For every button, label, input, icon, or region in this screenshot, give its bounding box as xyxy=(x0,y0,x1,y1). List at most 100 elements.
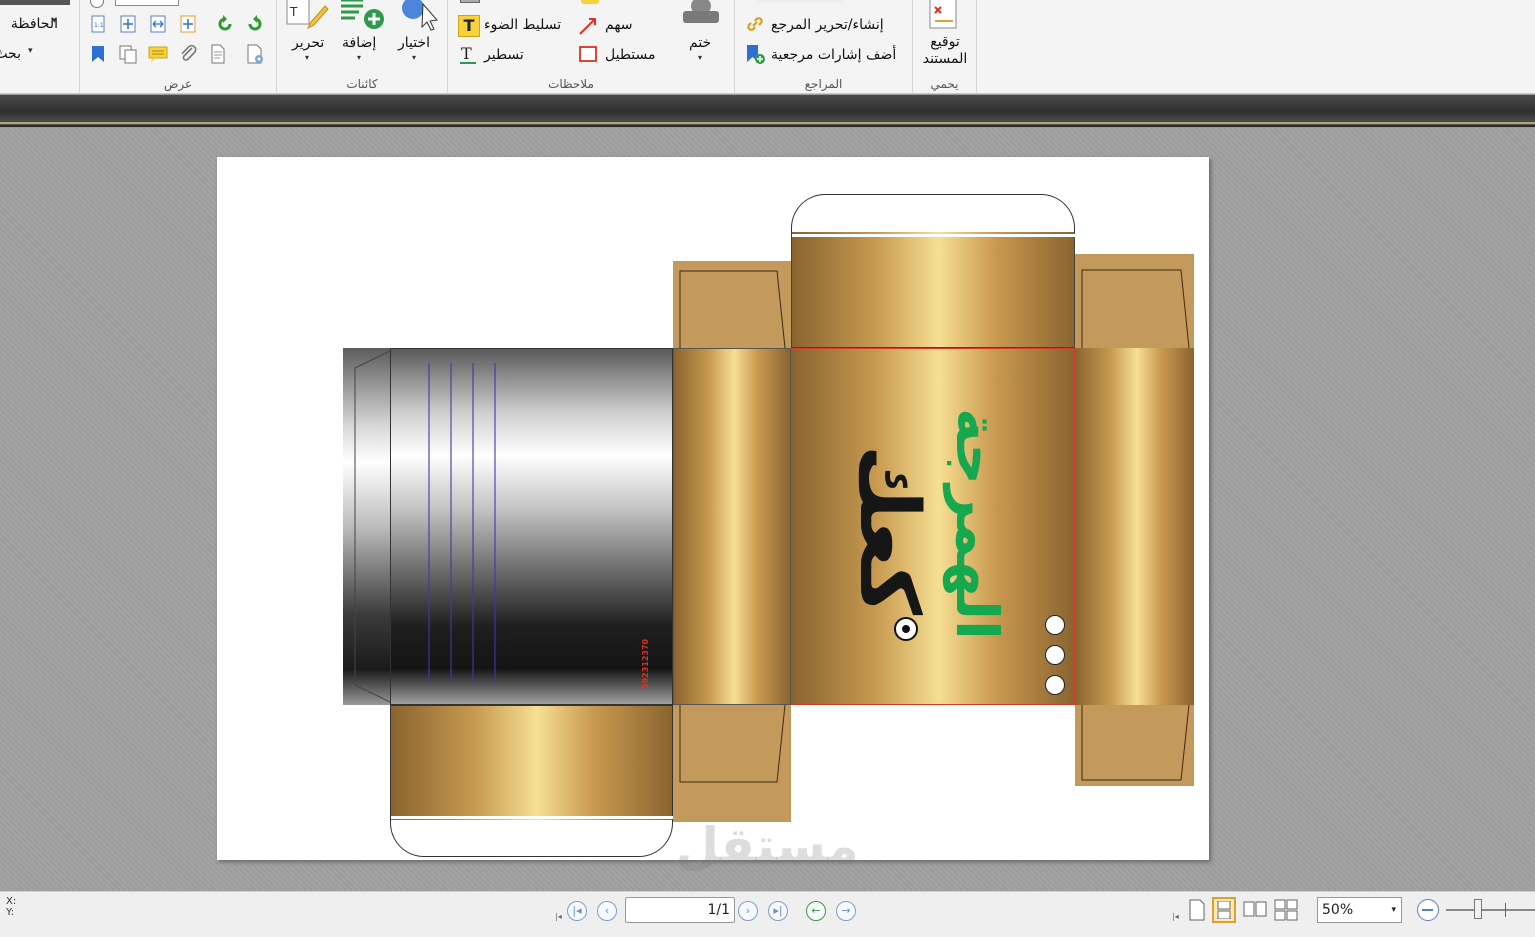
back-icon[interactable]: ← xyxy=(806,901,826,921)
arrow-icon xyxy=(579,18,596,35)
accent-line xyxy=(0,122,1535,124)
add-button[interactable]: إضافة xyxy=(342,35,376,51)
svg-text:T: T xyxy=(289,5,298,19)
stamp-icon xyxy=(676,0,726,30)
product-subtitle: الهمرجة xyxy=(943,408,1011,640)
left-bottom-dust-flap xyxy=(673,705,791,822)
view-group-label: عرض xyxy=(163,77,193,91)
zoom-combo[interactable] xyxy=(115,0,179,6)
document-info-icon[interactable] xyxy=(208,44,228,64)
sign-document-button[interactable]: توقيع المستند xyxy=(919,34,971,68)
references-group: إنشاء/تحرير المرجع أضف إشارات مرجعية الم… xyxy=(735,0,913,94)
references-group-label: المراجع xyxy=(804,77,843,91)
attachment-icon[interactable] xyxy=(178,44,198,64)
previous-page-icon[interactable]: ‹ xyxy=(597,901,617,921)
zoom-slider-tick xyxy=(1505,903,1506,917)
clipboard-top-icon xyxy=(0,0,70,5)
previous-link-item[interactable] xyxy=(755,0,845,3)
right-side-panel xyxy=(1075,348,1194,705)
zoom-select[interactable]: 50% ▾ xyxy=(1317,897,1402,923)
chevron-down-icon[interactable]: ▾ xyxy=(357,53,361,62)
stamp-button[interactable]: ختم xyxy=(689,35,711,51)
zoom-slider-track[interactable] xyxy=(1446,909,1535,911)
zoom-value: 50% xyxy=(1322,902,1354,918)
chevron-down-icon[interactable]: ▾ xyxy=(305,53,309,62)
first-page-icon[interactable]: |◂ xyxy=(567,901,587,921)
toolbar-separator-band xyxy=(0,95,1535,127)
protect-group: توقيع المستند يحمي xyxy=(913,0,977,94)
textbox-icon[interactable] xyxy=(460,0,480,3)
fit-page-icon[interactable] xyxy=(118,14,138,34)
rotate-left-icon[interactable] xyxy=(215,14,235,34)
highlight-button[interactable]: تسليط الضوء xyxy=(484,17,561,33)
actual-size-icon[interactable]: 1:1 xyxy=(88,14,108,34)
facing-view-icon[interactable] xyxy=(1243,897,1267,923)
highlight-icon: T xyxy=(458,15,480,37)
watermark: مستقل xyxy=(675,817,859,875)
page-settings-icon[interactable] xyxy=(245,44,265,64)
coord-y-label: Y: xyxy=(6,907,15,918)
edit-object-icon: T xyxy=(286,0,329,30)
zoom-out-icon[interactable] xyxy=(90,0,104,8)
edit-button[interactable]: تحرير xyxy=(292,35,324,51)
bookmark-icon[interactable] xyxy=(88,44,108,64)
next-page-icon[interactable]: › xyxy=(738,901,758,921)
search-button[interactable]: بحث xyxy=(0,46,21,62)
add-bookmarks-button[interactable]: أضف إشارات مرجعية xyxy=(771,47,896,63)
badge-icon xyxy=(1045,675,1065,695)
chevron-down-icon[interactable]: ▾ xyxy=(412,53,416,62)
sign-document-icon xyxy=(929,0,957,29)
select-button[interactable]: اختيار xyxy=(398,35,430,51)
note-icon[interactable] xyxy=(581,0,599,4)
bottom-tuck-tab xyxy=(390,820,673,857)
top-tuck-tab xyxy=(791,194,1075,232)
fit-width-icon[interactable] xyxy=(148,14,168,34)
ribbon-toolbar: الحافظة ▾ بحث ▾ 1:1 عرض T تحرير ▾ إضافة … xyxy=(0,0,1535,94)
objects-group-label: كائنات xyxy=(346,77,378,91)
left-top-dust-flap xyxy=(673,261,791,348)
cartoon-eye-icon xyxy=(894,617,918,641)
divider-icon: |◂ xyxy=(1172,912,1179,921)
zoom-slider-thumb[interactable] xyxy=(1474,899,1482,919)
rotate-right-icon[interactable] xyxy=(245,14,265,34)
single-page-view-icon[interactable] xyxy=(1185,897,1209,923)
back-panel-silver: 592312370 xyxy=(390,348,673,705)
clipboard-group: الحافظة ▾ بحث ▾ xyxy=(0,0,80,94)
add-object-icon xyxy=(341,0,384,29)
front-panel: كعك الهمرجة xyxy=(791,348,1075,705)
last-page-icon[interactable]: ▸| xyxy=(768,901,788,921)
side-flap-silver xyxy=(343,348,390,705)
view-group: 1:1 عرض xyxy=(80,0,277,94)
chevron-down-icon[interactable]: ▾ xyxy=(698,53,702,62)
chevron-down-icon[interactable]: ▾ xyxy=(28,46,33,56)
select-cursor-icon xyxy=(402,0,438,31)
product-title-block: كعك xyxy=(838,385,938,675)
zoom-out-icon[interactable] xyxy=(1417,899,1439,921)
link-icon xyxy=(747,17,763,31)
left-side-panel xyxy=(673,348,791,705)
underline-icon: T xyxy=(460,44,476,64)
underline-button[interactable]: تسطير xyxy=(484,47,524,63)
page-number-input[interactable]: 1/1 xyxy=(625,897,735,923)
fit-visible-icon[interactable] xyxy=(178,14,198,34)
coord-x-label: X: xyxy=(6,896,17,907)
svg-text:1:1: 1:1 xyxy=(94,22,104,29)
continuous-view-icon[interactable] xyxy=(1212,897,1236,923)
create-edit-link-button[interactable]: إنشاء/تحرير المرجع xyxy=(771,17,884,33)
clipboard-button[interactable]: الحافظة xyxy=(11,16,58,32)
rectangle-icon xyxy=(579,46,597,62)
arrow-button[interactable]: سهم xyxy=(605,17,633,33)
chevron-down-icon[interactable]: ▾ xyxy=(52,16,57,26)
notes-group-label: ملاحظات xyxy=(548,77,594,91)
status-bar: X: Y: |◂ |◂ ‹ 1/1 › ▸| ← → |◂ 50% ▾ xyxy=(0,891,1535,937)
rectangle-button[interactable]: مستطيل xyxy=(605,47,656,63)
pages-icon[interactable] xyxy=(118,44,138,64)
chevron-down-icon[interactable]: ▾ xyxy=(1391,898,1396,922)
document-page[interactable]: 592312370 كعك الهمرجة مستقل xyxy=(217,157,1209,875)
forward-icon[interactable]: → xyxy=(836,901,856,921)
continuous-facing-view-icon[interactable] xyxy=(1274,897,1298,923)
comments-icon[interactable] xyxy=(148,44,168,64)
top-lid-gold xyxy=(791,229,1076,348)
divider-icon: |◂ xyxy=(555,912,562,921)
right-bottom-dust-flap xyxy=(1075,705,1194,786)
